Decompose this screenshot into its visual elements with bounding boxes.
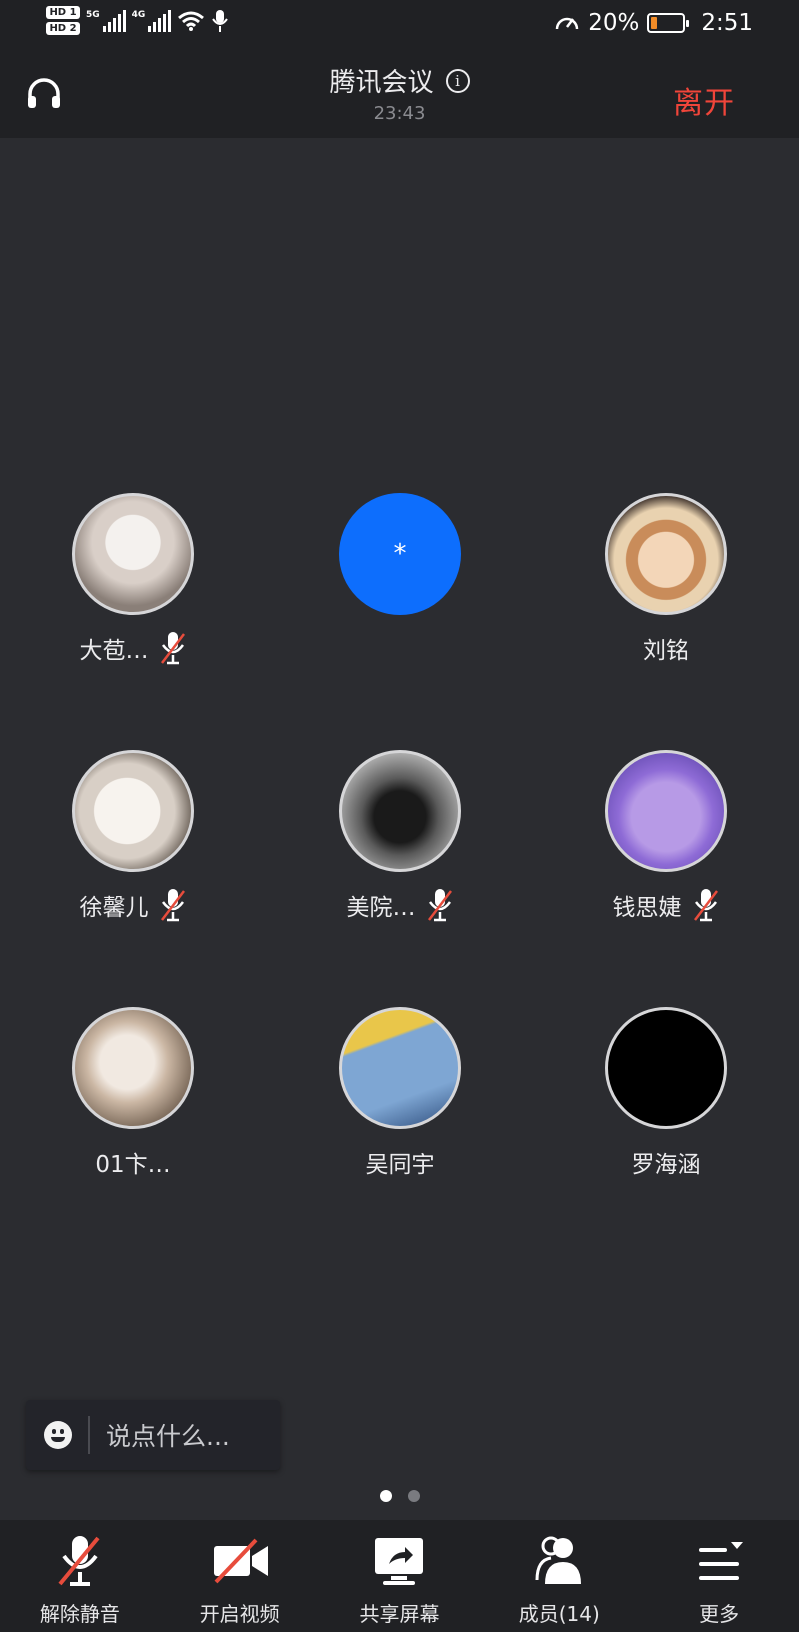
chat-placeholder: 说点什么...: [106, 1422, 230, 1451]
page-dot-2[interactable]: [407, 1490, 420, 1502]
share-screen-button[interactable]: 共享屏幕: [320, 1520, 480, 1632]
participant-avatar[interactable]: [72, 750, 194, 872]
more-menu-icon: [699, 1542, 744, 1580]
participant-tile[interactable]: 吴同宇: [280, 1007, 520, 1179]
participant-name: 大苞…: [79, 638, 149, 664]
leave-button[interactable]: 离开: [673, 78, 735, 122]
start-video-button[interactable]: 开启视频: [160, 1520, 320, 1632]
status-bar: HD 1 HD 2 5G 4G 20% 2:51: [0, 0, 799, 50]
participant-name-row: 徐馨儿: [13, 888, 253, 922]
participant-avatar[interactable]: [72, 493, 194, 615]
participant-avatar[interactable]: *: [339, 493, 461, 615]
signal-4g-icon: 4G: [132, 9, 172, 32]
participant-avatar[interactable]: [339, 750, 461, 872]
muted-mic-icon: [160, 889, 185, 922]
participant-name-row: 美院…: [280, 888, 520, 922]
participant-name: 美院…: [346, 895, 416, 921]
participant-tile[interactable]: 刘铭: [546, 493, 786, 665]
participant-avatar[interactable]: [72, 1007, 194, 1129]
participant-tile[interactable]: *: [280, 493, 520, 665]
unmute-label: 解除静音: [39, 1602, 120, 1626]
hd2-badge: HD 2: [46, 22, 80, 35]
participant-tile[interactable]: 美院…: [280, 750, 520, 922]
participant-avatar[interactable]: [339, 1007, 461, 1129]
participant-tile[interactable]: 罗海涵: [546, 1007, 786, 1179]
participant-name: 吴同宇: [365, 1152, 435, 1178]
muted-mic-icon: [160, 632, 185, 665]
speedometer-icon: [555, 17, 579, 30]
participant-name-row: 罗海涵: [546, 1145, 786, 1179]
participant-name-row: 吴同宇: [280, 1145, 520, 1179]
participant-name: 罗海涵: [631, 1152, 701, 1178]
participant-tile[interactable]: 大苞…: [13, 493, 253, 665]
participant-name-row: [280, 631, 520, 665]
participant-name: 刘铭: [643, 638, 689, 664]
muted-mic-icon: [693, 889, 718, 922]
wifi-icon: [178, 11, 205, 31]
battery-level: [651, 17, 658, 29]
members-button[interactable]: 成员(14): [479, 1520, 639, 1632]
participant-tile[interactable]: 钱思婕: [546, 750, 786, 922]
info-icon[interactable]: i: [445, 68, 470, 93]
muted-mic-icon: [427, 889, 452, 922]
avatar-initial: *: [393, 539, 407, 569]
hd-badges: HD 1 HD 2: [46, 6, 80, 35]
hd1-badge: HD 1: [46, 6, 80, 19]
signal-5g-icon: 5G: [86, 9, 126, 32]
more-label: 更多: [699, 1602, 740, 1626]
chat-divider: [88, 1416, 90, 1454]
battery-icon: [647, 13, 690, 33]
start-video-label: 开启视频: [199, 1602, 280, 1626]
mic-status-icon: [212, 9, 229, 32]
participant-name-row: 大苞…: [13, 631, 253, 665]
video-off-icon: [213, 1538, 268, 1584]
participant-name: 徐馨儿: [79, 895, 149, 921]
chat-input[interactable]: 说点什么...: [26, 1400, 280, 1470]
participant-avatar[interactable]: [605, 493, 727, 615]
participant-tile[interactable]: 01卞…: [13, 1007, 253, 1179]
participant-name-row: 钱思婕: [546, 888, 786, 922]
more-button[interactable]: 更多: [639, 1520, 799, 1632]
unmute-button[interactable]: 解除静音: [0, 1520, 160, 1632]
participant-avatar[interactable]: [605, 1007, 727, 1129]
participant-name: 01卞…: [95, 1152, 171, 1178]
clock: 2:51: [701, 10, 753, 36]
meeting-title[interactable]: 腾讯会议: [329, 62, 433, 99]
battery-percent: 20%: [588, 10, 640, 36]
page-indicator: [0, 1490, 799, 1502]
status-left: HD 1 HD 2 5G 4G: [46, 6, 229, 35]
members-label: 成员(14): [518, 1602, 600, 1626]
members-icon: [535, 1536, 582, 1584]
participant-name: 钱思婕: [612, 895, 682, 921]
participant-avatar[interactable]: [605, 750, 727, 872]
participant-name-row: 刘铭: [546, 631, 786, 665]
participant-tile[interactable]: 徐馨儿: [13, 750, 253, 922]
status-right: 20% 2:51: [554, 10, 753, 36]
bottom-toolbar: 解除静音 开启视频 共享屏幕 成员(14) 更多: [0, 1520, 799, 1632]
emoji-icon[interactable]: [44, 1421, 72, 1449]
share-screen-icon: [375, 1538, 424, 1585]
share-screen-label: 共享屏幕: [359, 1602, 440, 1626]
muted-mic-icon: [58, 1536, 100, 1586]
participant-name-row: 01卞…: [13, 1145, 253, 1179]
page-dot-1[interactable]: [379, 1490, 392, 1502]
meeting-header: 腾讯会议 i 23:43 离开: [0, 50, 799, 138]
